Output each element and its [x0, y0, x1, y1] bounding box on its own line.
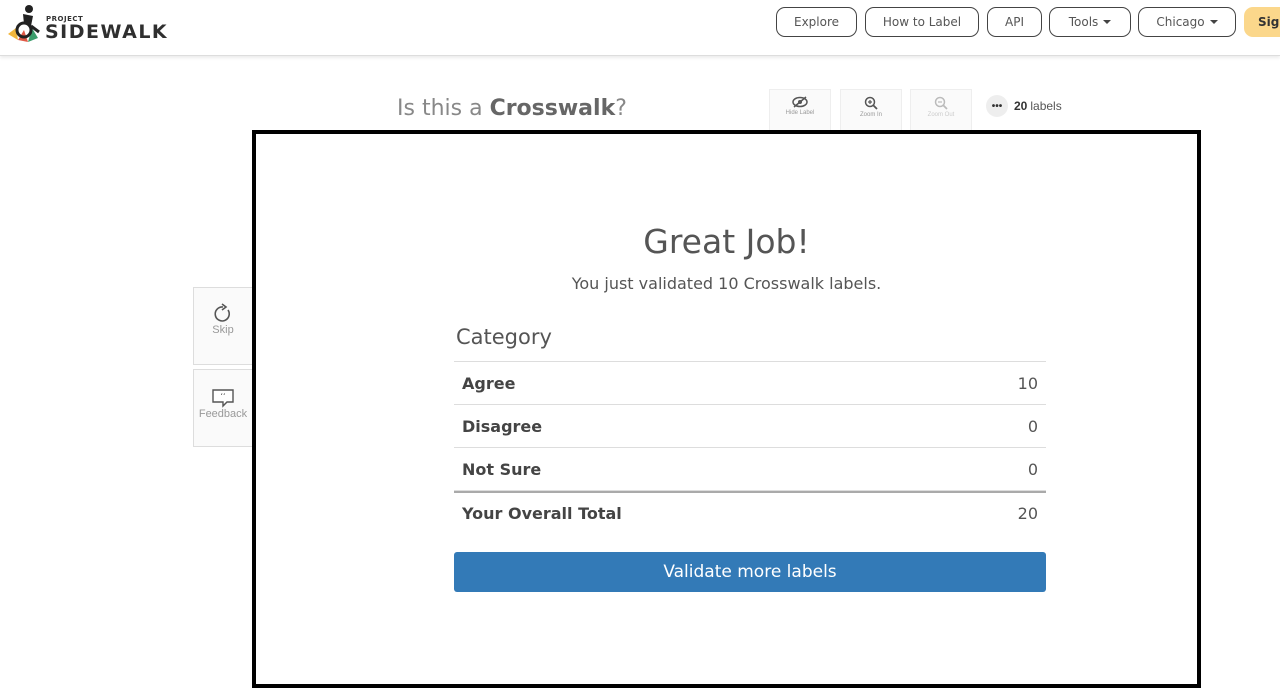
skip-button[interactable]: Skip	[193, 287, 253, 365]
feedback-label: Feedback	[198, 408, 248, 420]
sidewalk-logo-icon	[8, 5, 40, 42]
labels-count-value: 20	[1014, 99, 1028, 113]
table-row: Not Sure 0	[454, 448, 1046, 491]
row-value: 10	[1017, 373, 1038, 393]
svg-text:ʻʻ: ʻʻ	[220, 392, 225, 401]
row-label: Not Sure	[462, 459, 542, 479]
feedback-button[interactable]: ʻʻ Feedback	[193, 369, 253, 447]
modal-title: Great Job!	[643, 222, 810, 261]
labels-count-word: labels	[1030, 99, 1062, 113]
eye-slash-icon	[792, 96, 808, 108]
validate-more-label: Validate more labels	[663, 562, 837, 582]
hide-label-button[interactable]: Hide Label	[769, 89, 831, 132]
skip-label: Skip	[212, 324, 234, 336]
redo-icon	[214, 303, 231, 322]
nav-api-label: API	[1005, 15, 1024, 29]
nav-explore-button[interactable]: Explore	[776, 7, 857, 37]
row-label: Agree	[462, 373, 516, 393]
zoom-in-icon	[864, 96, 878, 110]
speech-bubble-icon: ʻʻ	[212, 389, 234, 408]
row-value: 0	[1027, 416, 1038, 436]
completion-modal: Great Job! You just validated 10 Crosswa…	[252, 130, 1201, 688]
results-table: Category Agree 10 Disagree 0 Not Sure 0 …	[454, 319, 1046, 534]
table-row: Agree 10	[454, 362, 1046, 405]
row-label: Disagree	[462, 416, 543, 436]
sign-in-button[interactable]: Sig	[1244, 7, 1280, 37]
nav-tools-label: Tools	[1068, 15, 1099, 29]
nav-api-button[interactable]: API	[987, 7, 1042, 37]
top-navbar: PROJECT SIDEWALK Explore How to Label AP…	[0, 0, 1280, 56]
table-header: Category	[454, 319, 1046, 362]
nav-tools-dropdown[interactable]: Tools	[1049, 7, 1131, 37]
project-sidewalk-logo[interactable]: PROJECT SIDEWALK	[6, 4, 169, 48]
caret-down-icon	[1103, 20, 1112, 24]
zoom-out-icon	[934, 96, 948, 110]
nav-city-dropdown[interactable]: Chicago	[1138, 7, 1236, 37]
zoom-in-button[interactable]: Zoom In	[840, 89, 902, 132]
zoom-out-text: Zoom Out	[927, 112, 955, 118]
zoom-in-text: Zoom In	[859, 112, 882, 118]
validate-more-button[interactable]: Validate more labels	[454, 552, 1046, 592]
nav-how-to-label-label: How to Label	[882, 15, 962, 29]
sign-in-label: Sig	[1258, 15, 1280, 29]
nav-explore-label: Explore	[793, 15, 840, 29]
more-dots-icon: •••	[986, 95, 1008, 117]
question-prefix: Is this a	[397, 96, 490, 121]
nav-city-label: Chicago	[1156, 15, 1205, 29]
total-value: 20	[1017, 504, 1038, 523]
question-label-type: Crosswalk	[489, 96, 616, 121]
nav-how-to-label-button[interactable]: How to Label	[865, 7, 979, 37]
modal-subtitle: You just validated 10 Crosswalk labels.	[571, 274, 882, 293]
validation-question: Is this a Crosswalk?	[397, 96, 627, 121]
total-row: Your Overall Total 20	[454, 491, 1046, 534]
hide-label-text: Hide Label	[785, 110, 815, 116]
caret-down-icon	[1209, 20, 1218, 24]
question-suffix: ?	[615, 96, 627, 121]
zoom-out-button[interactable]: Zoom Out	[910, 89, 972, 132]
table-row: Disagree 0	[454, 405, 1046, 448]
row-value: 0	[1027, 459, 1038, 479]
total-label: Your Overall Total	[462, 504, 622, 523]
logo-sidewalk-text: SIDEWALK	[45, 21, 169, 43]
labels-counter: ••• 20 labels	[986, 95, 1062, 117]
